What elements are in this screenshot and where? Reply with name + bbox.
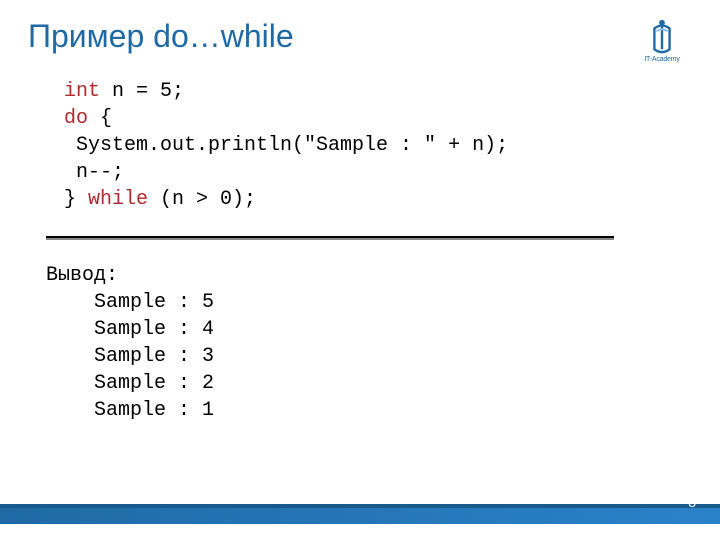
output-block: Вывод: Sample : 5 Sample : 4 Sample : 3 … — [46, 262, 214, 424]
brand-caption: IT-Academy — [644, 56, 679, 63]
page-number: 8 — [688, 494, 696, 510]
code-block: int n = 5; do { System.out.println("Samp… — [64, 78, 508, 213]
keyword-int: int — [64, 80, 100, 103]
output-line: Sample : 2 — [46, 372, 214, 395]
code-while-cond: (n > 0); — [148, 188, 256, 211]
code-println: System.out.println("Sample : " + n); — [64, 134, 508, 157]
code-do-brace: { — [88, 107, 112, 130]
output-line: Sample : 3 — [46, 345, 214, 368]
brand-logo: IT-Academy — [636, 14, 688, 66]
code-decl-rest: n = 5; — [100, 80, 184, 103]
slide-title: Пример do…while — [28, 18, 294, 55]
code-close-brace: } — [64, 188, 88, 211]
footer-bar: 8 — [0, 508, 720, 524]
keyword-while: while — [88, 188, 148, 211]
it-academy-icon — [643, 17, 681, 55]
output-line: Sample : 5 — [46, 291, 214, 314]
output-line: Sample : 1 — [46, 399, 214, 422]
divider-line — [46, 236, 614, 238]
keyword-do: do — [64, 107, 88, 130]
output-line: Sample : 4 — [46, 318, 214, 341]
code-decrement: n--; — [64, 161, 124, 184]
output-label: Вывод: — [46, 264, 118, 287]
slide: Пример do…while IT-Academy int n = 5; do… — [0, 0, 720, 540]
